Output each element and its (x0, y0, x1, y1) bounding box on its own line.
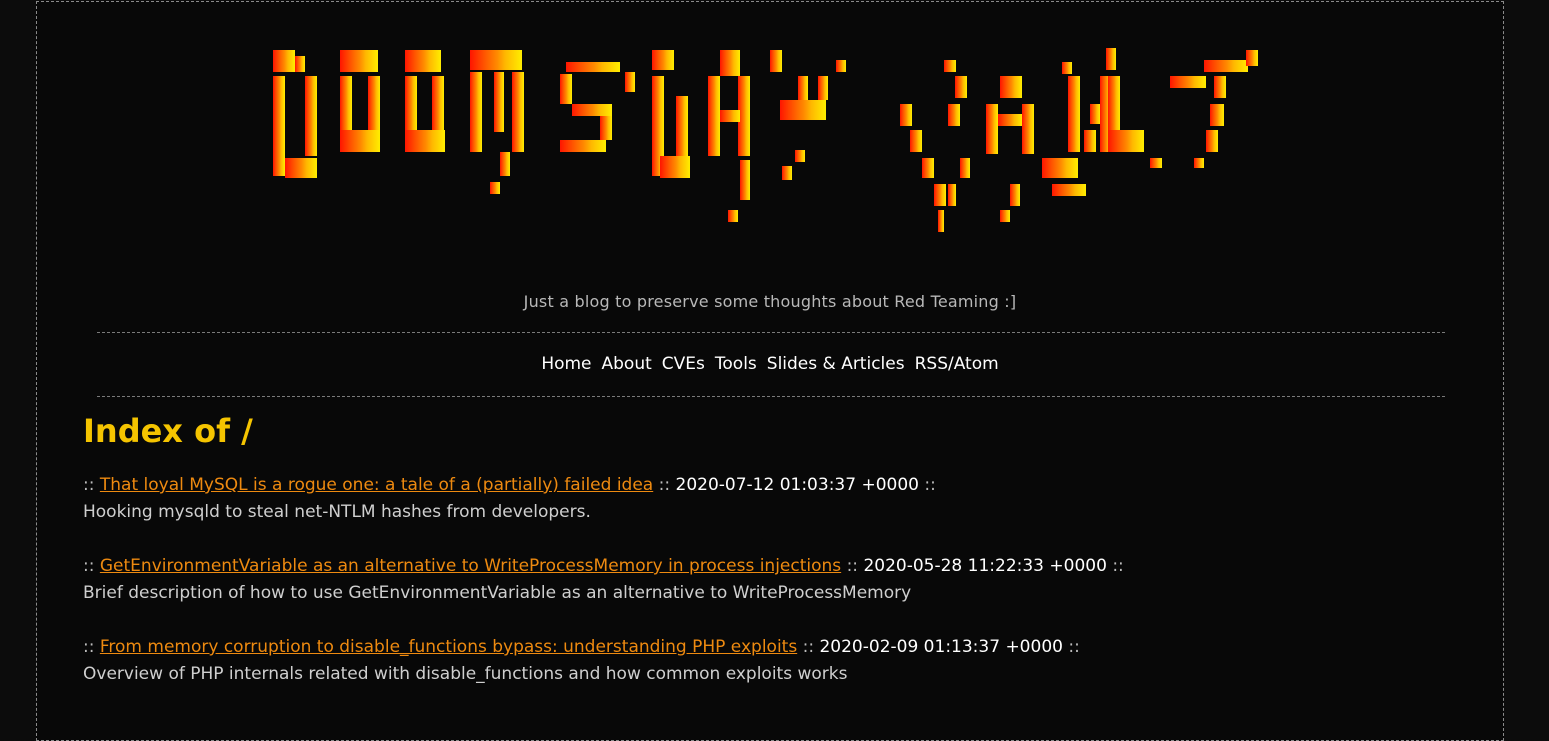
separator: :: (83, 637, 95, 657)
separator: :: (802, 637, 815, 657)
post-link[interactable]: GetEnvironmentVariable as an alternative… (100, 556, 841, 576)
post-description: Brief description of how to use GetEnvir… (83, 583, 912, 603)
separator: :: (1068, 637, 1080, 657)
post-date: 2020-05-28 11:22:33 +0000 (863, 556, 1107, 576)
post-date: 2020-07-12 01:03:37 +0000 (675, 475, 919, 495)
site-tagline: Just a blog to preserve some thoughts ab… (523, 292, 1017, 311)
post-date: 2020-02-09 01:13:37 +0000 (819, 637, 1063, 657)
post-entry: :: From memory corruption to disable_fun… (83, 634, 1483, 688)
post-description: Hooking mysqld to steal net-NTLM hashes … (83, 502, 591, 522)
nav-item-slides-articles[interactable]: Slides & Articles (767, 354, 905, 374)
nav-item-rss-atom[interactable]: RSS/Atom (915, 354, 999, 374)
nav-item-home[interactable]: Home (541, 354, 591, 374)
post-entry: :: GetEnvironmentVariable as an alternat… (83, 553, 1483, 607)
nav-bottom-divider (97, 396, 1445, 397)
post-header: :: That loyal MySQL is a rogue one: a ta… (83, 472, 1483, 499)
post-entry: :: That loyal MySQL is a rogue one: a ta… (83, 472, 1483, 526)
nav-item-cves[interactable]: CVEs (662, 354, 705, 374)
site-banner-logo[interactable] (0, 0, 1549, 280)
separator: :: (83, 556, 95, 576)
post-link[interactable]: From memory corruption to disable_functi… (100, 637, 797, 657)
separator: :: (924, 475, 936, 495)
page-title: Index of / (83, 412, 253, 450)
main-nav: Home About CVEs Tools Slides & Articles RSS/A… (36, 354, 1504, 374)
separator: :: (846, 556, 859, 576)
nav-top-divider (97, 332, 1445, 333)
nav-item-about[interactable]: About (602, 354, 652, 374)
post-header: :: GetEnvironmentVariable as an alternat… (83, 553, 1483, 580)
separator: :: (1112, 556, 1124, 576)
nav-item-tools[interactable]: Tools (715, 354, 757, 374)
post-header: :: From memory corruption to disable_fun… (83, 634, 1483, 661)
separator: :: (83, 475, 95, 495)
post-link[interactable]: That loyal MySQL is a rogue one: a tale … (100, 475, 653, 495)
separator: :: (658, 475, 671, 495)
post-description: Overview of PHP internals related with d… (83, 664, 848, 684)
